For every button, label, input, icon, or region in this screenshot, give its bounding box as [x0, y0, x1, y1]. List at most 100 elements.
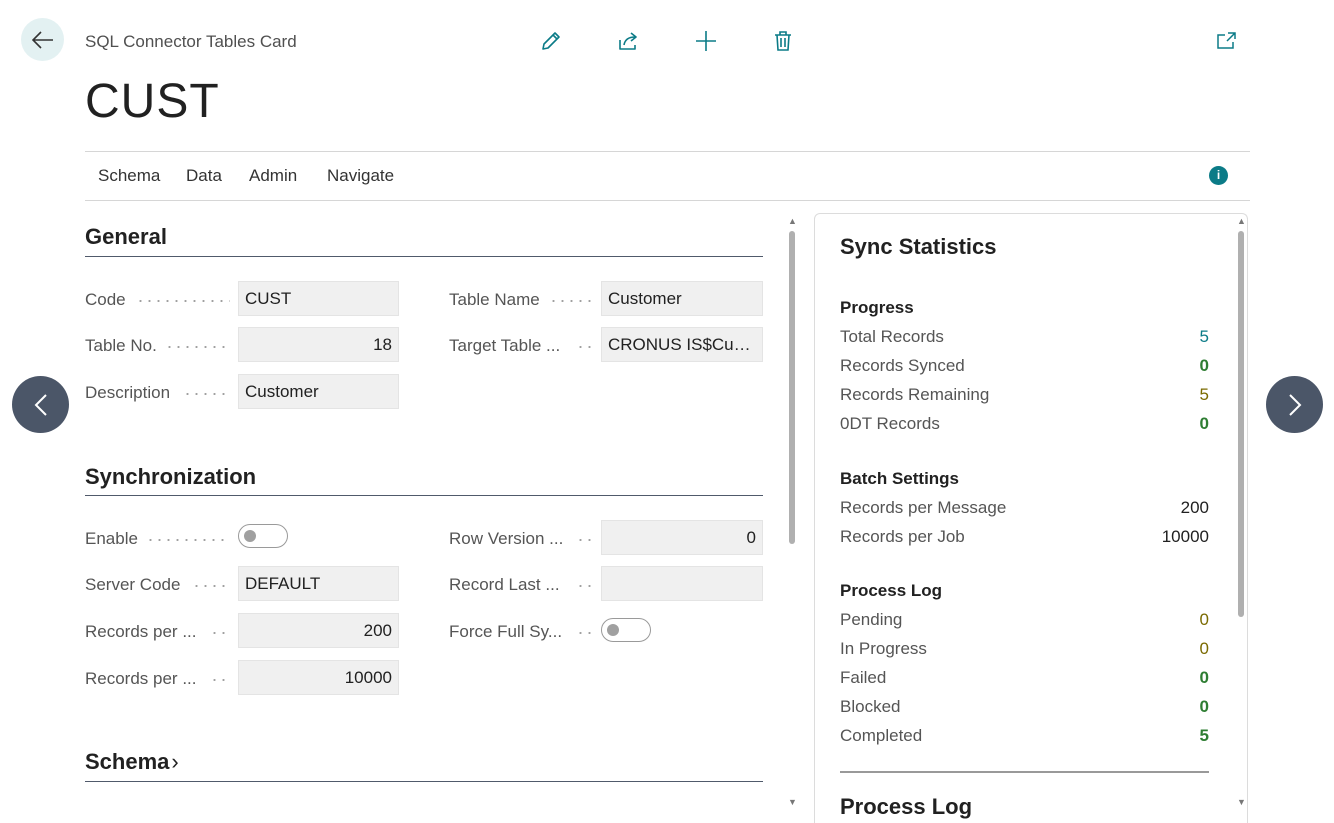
- section-general-title[interactable]: General: [85, 224, 167, 250]
- table-name-field[interactable]: Customer: [601, 281, 763, 316]
- chevron-left-icon: [34, 393, 47, 416]
- factbox-row-value[interactable]: 0: [1200, 668, 1209, 688]
- section-divider: [85, 781, 763, 782]
- main-scrollbar[interactable]: [788, 228, 797, 796]
- factbox-row: In Progress 0: [840, 639, 1209, 661]
- section-divider: [85, 256, 763, 257]
- factbox-row-value[interactable]: 0: [1200, 697, 1209, 717]
- force-full-sync-toggle[interactable]: [601, 618, 651, 642]
- factbox-row-value[interactable]: 0: [1200, 610, 1209, 630]
- leader-dots: [576, 346, 594, 348]
- open-new-window-button[interactable]: [1214, 28, 1240, 54]
- factbox-row-label: Records Remaining: [840, 385, 990, 404]
- factbox-row: Completed 5: [840, 726, 1209, 748]
- leader-dots: [549, 300, 594, 302]
- record-last-field[interactable]: [601, 566, 763, 601]
- code-field[interactable]: CUST: [238, 281, 399, 316]
- delete-button[interactable]: [770, 28, 796, 54]
- section-synchronization-title[interactable]: Synchronization: [85, 464, 256, 490]
- factbox-row: Pending 0: [840, 610, 1209, 632]
- sync-statistics-factbox: Sync Statistics Progress Total Records 5 R…: [814, 213, 1248, 823]
- next-record-button[interactable]: [1266, 376, 1323, 433]
- delete-trash-icon: [775, 31, 791, 51]
- share-icon: [619, 32, 637, 50]
- progress-group-title: Progress: [840, 298, 914, 317]
- factbox-scroll-down-arrow-icon[interactable]: ▼: [1237, 797, 1246, 807]
- menu-navigate[interactable]: Navigate: [327, 166, 394, 186]
- leader-dots: [576, 632, 594, 634]
- back-arrow-icon: [31, 30, 53, 49]
- new-plus-icon: [696, 31, 716, 51]
- description-label: Description: [85, 383, 171, 402]
- target-table-label: Target Table ...: [449, 336, 561, 355]
- factbox-row-value[interactable]: 10000: [1162, 527, 1209, 547]
- factbox-scrollbar[interactable]: [1237, 228, 1246, 796]
- factbox-row: Failed 0: [840, 668, 1209, 690]
- force-full-sync-label: Force Full Sy...: [449, 622, 563, 641]
- menu-admin[interactable]: Admin: [249, 166, 297, 186]
- info-icon[interactable]: i: [1209, 166, 1228, 185]
- leader-dots: [165, 346, 230, 348]
- records-per-message-field[interactable]: 200: [238, 613, 399, 648]
- factbox-row: Records per Job 10000: [840, 527, 1209, 549]
- action-bar: Schema Data Admin Navigate i: [85, 151, 1250, 201]
- leader-dots: [576, 585, 594, 587]
- enable-toggle[interactable]: [238, 524, 288, 548]
- process-log-part-title: Process Log: [840, 794, 973, 819]
- factbox-divider: [840, 771, 1209, 773]
- scroll-up-arrow-icon[interactable]: ▲: [788, 216, 797, 226]
- section-divider: [85, 495, 763, 496]
- target-table-field[interactable]: CRONUS IS$Cust...: [601, 327, 763, 362]
- factbox-title: Sync Statistics: [840, 234, 997, 259]
- factbox-row-value[interactable]: 0: [1200, 639, 1209, 659]
- open-new-window-icon: [1217, 32, 1236, 49]
- factbox-row: 0DT Records 0: [840, 414, 1209, 436]
- factbox-scroll-up-arrow-icon[interactable]: ▲: [1237, 216, 1246, 226]
- factbox-row-value[interactable]: 5: [1200, 327, 1209, 347]
- factbox-row: Records Synced 0: [840, 356, 1209, 378]
- factbox-scrollbar-thumb[interactable]: [1238, 231, 1244, 617]
- factbox-row-value[interactable]: 0: [1200, 414, 1209, 434]
- records-per-label: Records per ...: [85, 622, 197, 641]
- factbox-row: Records per Message 200: [840, 498, 1209, 520]
- server-code-label: Server Code: [85, 575, 181, 594]
- factbox-row-label: Blocked: [840, 697, 901, 716]
- record-last-label: Record Last ...: [449, 575, 560, 594]
- row-version-field[interactable]: 0: [601, 520, 763, 555]
- scroll-down-arrow-icon[interactable]: ▼: [788, 797, 797, 807]
- factbox-row-value[interactable]: 5: [1200, 726, 1209, 746]
- menu-schema[interactable]: Schema: [98, 166, 160, 186]
- leader-dots: [210, 632, 230, 634]
- batch-group-title: Batch Settings: [840, 469, 960, 488]
- share-button[interactable]: [615, 28, 641, 54]
- factbox-row: Total Records 5: [840, 327, 1209, 349]
- schema-title-text: Schema: [85, 749, 170, 774]
- factbox-row-label: Total Records: [840, 327, 944, 346]
- enable-label: Enable: [85, 529, 138, 548]
- section-schema-title[interactable]: Schema›: [85, 749, 179, 775]
- menu-data[interactable]: Data: [186, 166, 222, 186]
- factbox-row-label: Records per Message: [840, 498, 1007, 517]
- server-code-field[interactable]: DEFAULT: [238, 566, 399, 601]
- chevron-right-icon: ›: [171, 749, 179, 774]
- factbox-row-label: Records Synced: [840, 356, 965, 375]
- previous-record-button[interactable]: [12, 376, 69, 433]
- edit-button[interactable]: [538, 28, 564, 54]
- leader-dots: [210, 679, 230, 681]
- factbox-row-value[interactable]: 5: [1200, 385, 1209, 405]
- factbox-row: Blocked 0: [840, 697, 1209, 719]
- leader-dots: [146, 539, 230, 541]
- leader-dots: [576, 539, 594, 541]
- table-no-label: Table No.: [85, 336, 157, 355]
- factbox-row-value[interactable]: 0: [1200, 356, 1209, 376]
- factbox-row-label: Completed: [840, 726, 923, 745]
- main-scrollbar-thumb[interactable]: [789, 231, 795, 544]
- back-button[interactable]: [21, 18, 64, 61]
- table-no-field[interactable]: 18: [238, 327, 399, 362]
- records-per-job-field[interactable]: 10000: [238, 660, 399, 695]
- description-field[interactable]: Customer: [238, 374, 399, 409]
- new-button[interactable]: [693, 28, 719, 54]
- process-log-group-title: Process Log: [840, 581, 943, 600]
- factbox-row-label: Pending: [840, 610, 903, 629]
- factbox-row-value[interactable]: 200: [1181, 498, 1209, 518]
